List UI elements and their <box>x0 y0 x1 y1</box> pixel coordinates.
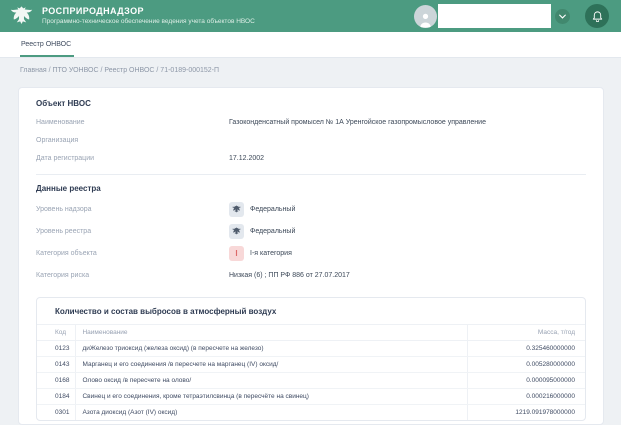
breadcrumb[interactable]: Главная / ПТО УОНВОС / Реестр ОНВОС / 71… <box>0 58 621 74</box>
notifications-button[interactable] <box>585 4 609 28</box>
field-name: Наименование Газоконденсатный промысел №… <box>36 113 586 131</box>
bell-icon <box>592 11 602 22</box>
field-value: Низкая (6) ; ПП РФ 886 от 27.07.2017 <box>229 271 350 279</box>
registry-section-title: Данные реестра <box>36 184 101 193</box>
app-header: РОСПРИРОДНАДЗОР Программно-техническое о… <box>0 0 621 32</box>
field-value: Федеральный <box>250 205 296 213</box>
table-header-row: Код Наименование Масса, т/год <box>37 324 585 341</box>
field-organization: Организация <box>36 131 586 149</box>
field-value: Федеральный <box>250 227 296 235</box>
cell-mass: 0.000095000000 <box>466 372 585 389</box>
field-label: Категория риска <box>36 271 90 279</box>
field-value: Газоконденсатный промысел № 1А Уренгойск… <box>229 118 486 126</box>
column-header-code: Код <box>37 324 77 341</box>
field-registration-date: Дата регистрации 17.12.2002 <box>36 149 586 167</box>
object-details-card: Объект НВОС Наименование Газоконденсатны… <box>18 87 604 425</box>
cell-mass: 0.005280000000 <box>466 356 585 373</box>
tab-reestr-onvos[interactable]: Реестр ОНВОС <box>20 32 75 57</box>
user-name-redacted <box>438 4 551 28</box>
field-label: Дата регистрации <box>36 154 95 162</box>
field-object-category: Категория объекта I I-я категория <box>36 242 586 264</box>
eagle-icon <box>229 201 244 217</box>
field-label: Наименование <box>36 118 85 126</box>
eagle-icon <box>229 223 244 239</box>
field-label: Уровень реестра <box>36 227 92 235</box>
chevron-down-icon <box>559 14 566 19</box>
column-header-mass: Масса, т/год <box>466 324 585 341</box>
object-section-title: Объект НВОС <box>36 99 91 108</box>
cell-code: 0301 <box>37 404 77 420</box>
cell-name: Марганец и его соединения /в пересчете н… <box>75 356 467 373</box>
cell-code: 0168 <box>37 372 77 389</box>
cell-name: Олово оксид /в пересчете на олово/ <box>75 372 467 389</box>
category-i-badge: I <box>229 245 244 261</box>
cell-mass: 1219.091978000000 <box>466 404 585 420</box>
emissions-table-card: Количество и состав выбросов в атмосферн… <box>36 297 586 421</box>
cell-mass: 0.000216000000 <box>466 388 585 405</box>
cell-code: 0143 <box>37 356 77 373</box>
field-label: Категория объекта <box>36 249 97 257</box>
field-value: I-я категория <box>250 249 292 257</box>
user-avatar[interactable] <box>414 4 437 28</box>
column-header-name: Наименование <box>75 324 467 341</box>
rosprirodnadzor-double-eagle-logo-icon <box>8 3 35 30</box>
cell-code: 0184 <box>37 388 77 405</box>
table-row[interactable]: 0301 Азота диоксид (Азот (IV) оксид) 121… <box>37 404 585 420</box>
table-row[interactable]: 0168 Олово оксид /в пересчете на олово/ … <box>37 372 585 389</box>
field-value: 17.12.2002 <box>229 154 265 162</box>
tab-bar: Реестр ОНВОС <box>0 32 621 58</box>
field-label: Уровень надзора <box>36 205 92 213</box>
field-label: Организация <box>36 136 79 144</box>
field-registry-level: Уровень реестра Федеральный <box>36 220 586 242</box>
field-risk-category: Категория риска Низкая (6) ; ПП РФ 886 о… <box>36 264 586 286</box>
cell-name: диЖелезо триоксид (железа оксид) (в пере… <box>75 340 467 357</box>
cell-name: Азота диоксид (Азот (IV) оксид) <box>82 409 178 416</box>
cell-name: Свинец и его соединения, кроме тетраэтил… <box>75 388 467 405</box>
registry-fields: Уровень надзора Федеральный Уровень реес… <box>36 198 586 286</box>
table-row[interactable]: 0123 диЖелезо триоксид (железа оксид) (в… <box>37 340 585 357</box>
user-menu-button[interactable] <box>555 8 570 24</box>
app-subtitle: Программно-техническое обеспечение веден… <box>42 17 255 25</box>
cell-code: 0123 <box>37 340 77 357</box>
emissions-table-title: Количество и состав выбросов в атмосферн… <box>55 307 277 316</box>
table-row[interactable]: 0184 Свинец и его соединения, кроме тетр… <box>37 388 585 405</box>
field-supervision-level: Уровень надзора Федеральный <box>36 198 586 220</box>
section-divider <box>36 174 586 175</box>
emissions-table: Код Наименование Масса, т/год 0123 диЖел… <box>37 324 585 420</box>
table-row[interactable]: 0143 Марганец и его соединения /в пересч… <box>37 356 585 373</box>
cell-mass: 0.325460000000 <box>466 340 585 357</box>
object-fields: Наименование Газоконденсатный промысел №… <box>36 113 586 167</box>
app-title: РОСПРИРОДНАДЗОР <box>42 5 144 16</box>
